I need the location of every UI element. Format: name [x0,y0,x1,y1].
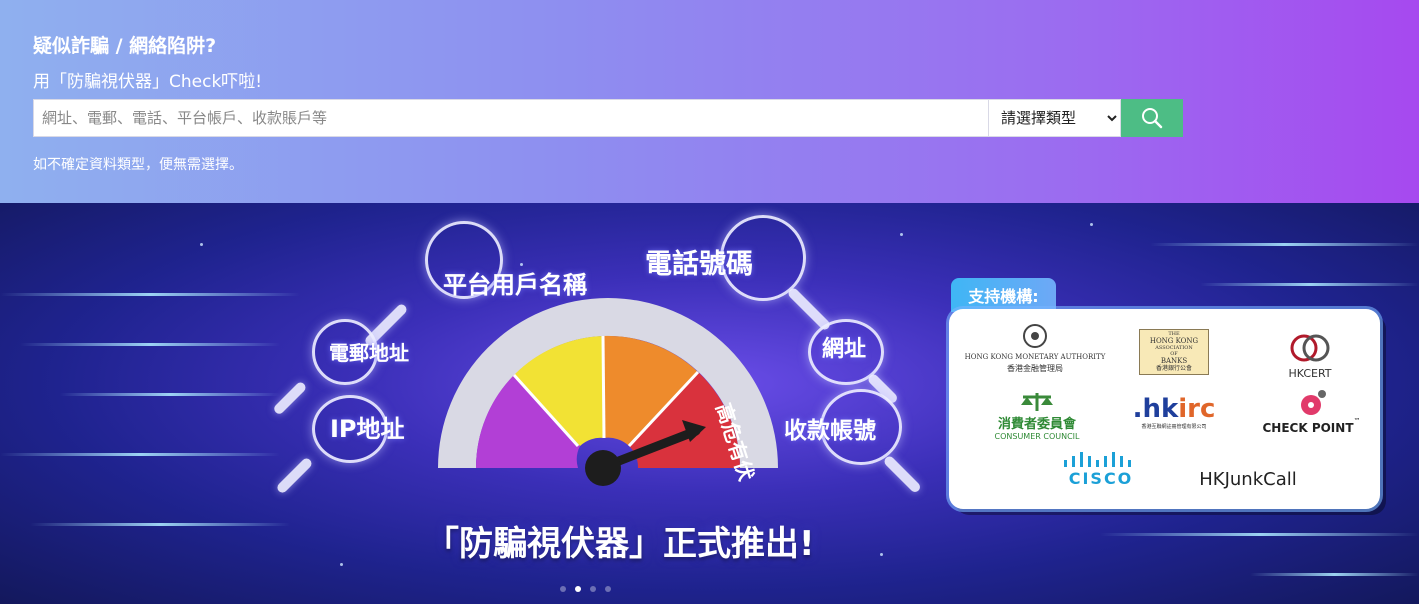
sparkle [900,233,903,236]
hkab-text: HONG KONG [1149,337,1199,345]
gauge-divider [601,335,606,439]
bubble-label: 平台用戶名稱 [443,271,587,299]
promo-banner[interactable]: 平台用戶名稱 電話號碼 電郵地址 網址 IP地址 收款帳號 高危有伏 支持機構:… [0,203,1419,604]
page-title: 疑似詐騙 / 網絡陷阱? [33,35,217,57]
logo-checkpoint: CHECK POINT™ [1259,389,1364,436]
logo-hkirc: .hkirc 香港互聯網註冊管理有限公司 [1129,395,1219,430]
sparkle [200,243,203,246]
search-icon [1142,108,1163,129]
carousel-dot-1[interactable] [560,586,566,592]
search-hint: 如不確定資料類型，便無需選擇。 [33,157,243,173]
checkpoint-wordmark: CHECK POINT™ [1262,417,1360,436]
checkpoint-tm: ™ [1353,417,1361,425]
cisco-bars-icon [1064,452,1131,467]
consumer-zh-text: 消費者委員會 [997,417,1076,432]
magnifier-handle [275,456,314,495]
search-button[interactable] [1121,99,1183,137]
bubble-label: IP地址 [330,415,405,443]
hkab-zh-text: 香港銀行公會 [1155,365,1192,372]
hkirc-wordmark: .hkirc [1133,395,1216,423]
bubble-label: 電郵地址 [329,341,409,365]
hkma-emblem-icon [1023,324,1047,348]
gauge-hub [585,450,621,486]
page-subtitle: 用「防騙視伏器」Check吓啦! [33,72,263,92]
carousel-dot-2[interactable] [575,586,581,592]
logo-hkcert: HKCERT [1275,331,1345,380]
consumer-en-text: CONSUMER COUNCIL [994,432,1080,441]
carousel-dot-3[interactable] [590,586,596,592]
light-streak [1200,283,1419,286]
hkma-zh-text: 香港金融管理局 [1007,364,1063,373]
bubble-label: 收款帳號 [784,418,876,444]
hkjunkcall-text: HKJunkCall [1199,469,1297,490]
logo-hkma: HONG KONG MONETARY AUTHORITY 香港金融管理局 [965,323,1105,374]
light-streak [20,343,280,346]
type-select[interactable]: 請選擇類型 [988,99,1121,137]
light-streak [1250,573,1419,576]
hkma-en-text: HONG KONG MONETARY AUTHORITY [964,353,1106,361]
checkpoint-text: CHECK POINT [1262,421,1354,435]
support-panel: HONG KONG MONETARY AUTHORITY 香港金融管理局 THE… [949,309,1380,509]
magnifier-handle [882,454,923,495]
search-input[interactable] [33,99,988,137]
search-bar: 請選擇類型 [33,99,1183,137]
hkirc-text: irc [1178,394,1216,424]
support-tag: 支持機構: [951,278,1056,312]
light-streak [30,523,290,526]
light-streak [1100,533,1419,536]
light-streak [0,453,280,456]
hkcert-text: HKCERT [1288,367,1332,380]
bubble-label: 網址 [822,337,867,362]
hkcert-mark-icon [1290,334,1330,362]
hkab-text: BANKS [1160,357,1188,365]
light-streak [0,293,300,296]
light-streak [1150,243,1419,246]
sparkle [340,563,343,566]
scale-icon [1021,393,1053,411]
sparkle [1090,223,1093,226]
carousel-dots [560,586,611,592]
search-hero: 疑似詐騙 / 網絡陷阱? 用「防騙視伏器」Check吓啦! 請選擇類型 如不確定… [0,0,1419,203]
logo-hkab: THE HONG KONG ASSOCIATION OF BANKS 香港銀行公… [1139,329,1209,375]
hkirc-text: .hk [1132,394,1179,424]
sparkle [880,553,883,556]
logo-consumer-council: 消費者委員會 CONSUMER COUNCIL [989,391,1085,441]
logo-hkjunkcall: HKJunkCall [1193,469,1303,490]
checkpoint-mark-icon [1300,390,1326,415]
carousel-dot-4[interactable] [605,586,611,592]
cisco-text: CISCO [1068,469,1134,488]
logo-cisco: CISCO [1059,451,1143,488]
bubble-label: 電話號碼 [645,249,753,280]
banner-title: 「防騙視伏器」正式推出! [425,524,815,564]
hkirc-sub-text: 香港互聯網註冊管理有限公司 [1141,424,1207,430]
light-streak [60,393,280,396]
magnifier-handle [272,380,308,416]
risk-gauge: 高危有伏 [438,298,778,486]
